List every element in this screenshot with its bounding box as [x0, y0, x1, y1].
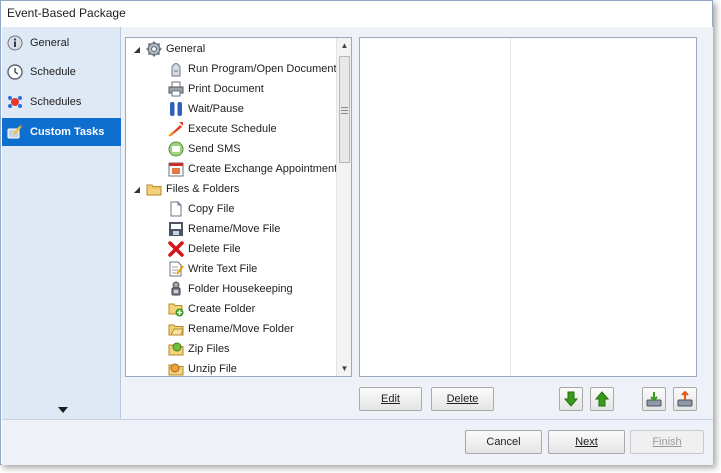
tree-item-label: Delete File — [188, 243, 241, 255]
arrow-down-icon — [563, 391, 579, 407]
tree-item-label: Wait/Pause — [188, 103, 244, 115]
wizard-footer: Cancel Next Finish — [2, 419, 713, 465]
rename-folder-icon — [168, 321, 184, 337]
cancel-button[interactable]: Cancel — [465, 430, 542, 454]
tree-scrollbar[interactable]: ▲ ▼ — [336, 38, 351, 376]
nav-item-label: General — [30, 37, 70, 49]
tree-item-run-program[interactable]: Run Program/Open Document — [168, 59, 337, 79]
tree-item-create-folder[interactable]: Create Folder — [168, 299, 255, 319]
collapse-triangle-icon[interactable]: ◢ — [132, 45, 142, 54]
info-icon — [7, 35, 23, 51]
scrollbar-grip-icon — [341, 107, 348, 114]
tree-item-label: Folder Housekeeping — [188, 283, 293, 295]
edit-button[interactable]: Edit — [359, 387, 422, 411]
write-text-icon — [168, 261, 184, 277]
scroll-down-arrow[interactable]: ▼ — [340, 364, 349, 373]
custom-tasks-icon — [7, 124, 23, 140]
custom-tasks-panel: ◢ General Run Program/Open Document Prin… — [121, 27, 713, 419]
tree-item-label: Write Text File — [188, 263, 258, 275]
arrow-up-icon — [594, 391, 610, 407]
tree-group-label: Files & Folders — [166, 183, 240, 195]
scroll-up-arrow[interactable]: ▲ — [340, 41, 349, 50]
nav-scroll-down-arrow[interactable] — [57, 405, 69, 415]
tree-group-general[interactable]: ◢ General — [132, 39, 205, 59]
move-down-button[interactable] — [559, 387, 583, 411]
tree-item-label: Create Folder — [188, 303, 256, 315]
tree-item-create-exchange-appointment[interactable]: Create Exchange Appointment — [168, 159, 337, 179]
tree-item-send-sms[interactable]: Send SMS — [168, 139, 241, 159]
tree-item-delete-file[interactable]: Delete File — [168, 239, 241, 259]
tree-item-label: Print Document — [188, 83, 264, 95]
schedules-icon — [7, 94, 23, 110]
tree-item-label: Unzip File — [188, 363, 237, 375]
execute-schedule-icon — [168, 121, 184, 137]
window-title: Event-Based Package — [1, 1, 712, 27]
sms-icon — [168, 141, 184, 157]
tree-item-label: Run Program/Open Document — [188, 63, 337, 75]
tree-item-rename-move-folder[interactable]: Rename/Move Folder — [168, 319, 294, 339]
copy-file-icon — [168, 201, 184, 217]
wizard-nav: General Schedule Schedules Custom Tasks — [2, 27, 129, 419]
selected-tasks-list[interactable] — [359, 37, 697, 377]
nav-item-custom-tasks[interactable]: Custom Tasks — [2, 118, 129, 146]
tree-item-label: Create Exchange Appointment — [188, 163, 338, 175]
clock-icon — [7, 64, 23, 80]
task-tree[interactable]: ◢ General Run Program/Open Document Prin… — [125, 37, 352, 377]
unzip-icon — [168, 361, 184, 376]
collapse-triangle-icon[interactable]: ◢ — [132, 185, 142, 194]
tree-item-label: Copy File — [188, 203, 235, 215]
tree-item-unzip-file[interactable]: Unzip File — [168, 359, 237, 376]
move-up-button[interactable] — [590, 387, 614, 411]
tree-item-wait-pause[interactable]: Wait/Pause — [168, 99, 244, 119]
event-based-package-window: Event-Based Package General Schedule Sch… — [0, 0, 713, 465]
create-folder-icon — [168, 301, 184, 317]
export-button[interactable] — [673, 387, 697, 411]
run-program-icon — [168, 61, 184, 77]
delete-button[interactable]: Delete — [431, 387, 494, 411]
nav-item-label: Schedules — [30, 96, 82, 108]
next-button[interactable]: Next — [548, 430, 625, 454]
next-button-label: Next — [575, 436, 598, 448]
finish-button[interactable]: Finish — [630, 430, 704, 454]
zip-icon — [168, 341, 184, 357]
tree-item-write-text-file[interactable]: Write Text File — [168, 259, 257, 279]
printer-icon — [168, 81, 184, 97]
tree-item-execute-schedule[interactable]: Execute Schedule — [168, 119, 277, 139]
tree-item-rename-move-file[interactable]: Rename/Move File — [168, 219, 280, 239]
rename-file-icon — [168, 221, 184, 237]
finish-button-label: Finish — [652, 436, 682, 448]
tree-item-label: Zip Files — [188, 343, 230, 355]
tree-item-print-document[interactable]: Print Document — [168, 79, 264, 99]
import-button[interactable] — [642, 387, 666, 411]
delete-button-label: Delete — [446, 393, 479, 405]
nav-item-schedules[interactable]: Schedules — [2, 88, 120, 116]
tree-item-label: Rename/Move File — [188, 223, 281, 235]
folder-icon — [146, 181, 162, 197]
tree-item-label: Execute Schedule — [188, 123, 277, 135]
import-icon — [646, 391, 662, 407]
cancel-button-label: Cancel — [486, 436, 521, 448]
nav-item-label: Schedule — [30, 66, 76, 78]
edit-button-label: Edit — [381, 393, 400, 405]
nav-item-label: Custom Tasks — [30, 126, 105, 138]
pause-icon — [168, 101, 184, 117]
tree-item-folder-housekeeping[interactable]: Folder Housekeeping — [168, 279, 293, 299]
tree-item-zip-files[interactable]: Zip Files — [168, 339, 230, 359]
nav-item-schedule[interactable]: Schedule — [2, 58, 120, 86]
tree-item-label: Send SMS — [188, 143, 241, 155]
exchange-appointment-icon — [168, 161, 184, 177]
housekeeping-icon — [168, 281, 184, 297]
nav-item-general[interactable]: General — [2, 29, 120, 57]
scrollbar-thumb[interactable] — [339, 56, 350, 163]
tree-group-files-folders[interactable]: ◢ Files & Folders — [132, 179, 239, 199]
gear-icon — [146, 41, 162, 57]
column-divider — [510, 38, 511, 376]
tree-item-copy-file[interactable]: Copy File — [168, 199, 234, 219]
export-icon — [677, 390, 693, 407]
delete-icon — [168, 241, 184, 257]
tree-item-label: Rename/Move Folder — [188, 323, 294, 335]
tree-group-label: General — [166, 43, 206, 55]
